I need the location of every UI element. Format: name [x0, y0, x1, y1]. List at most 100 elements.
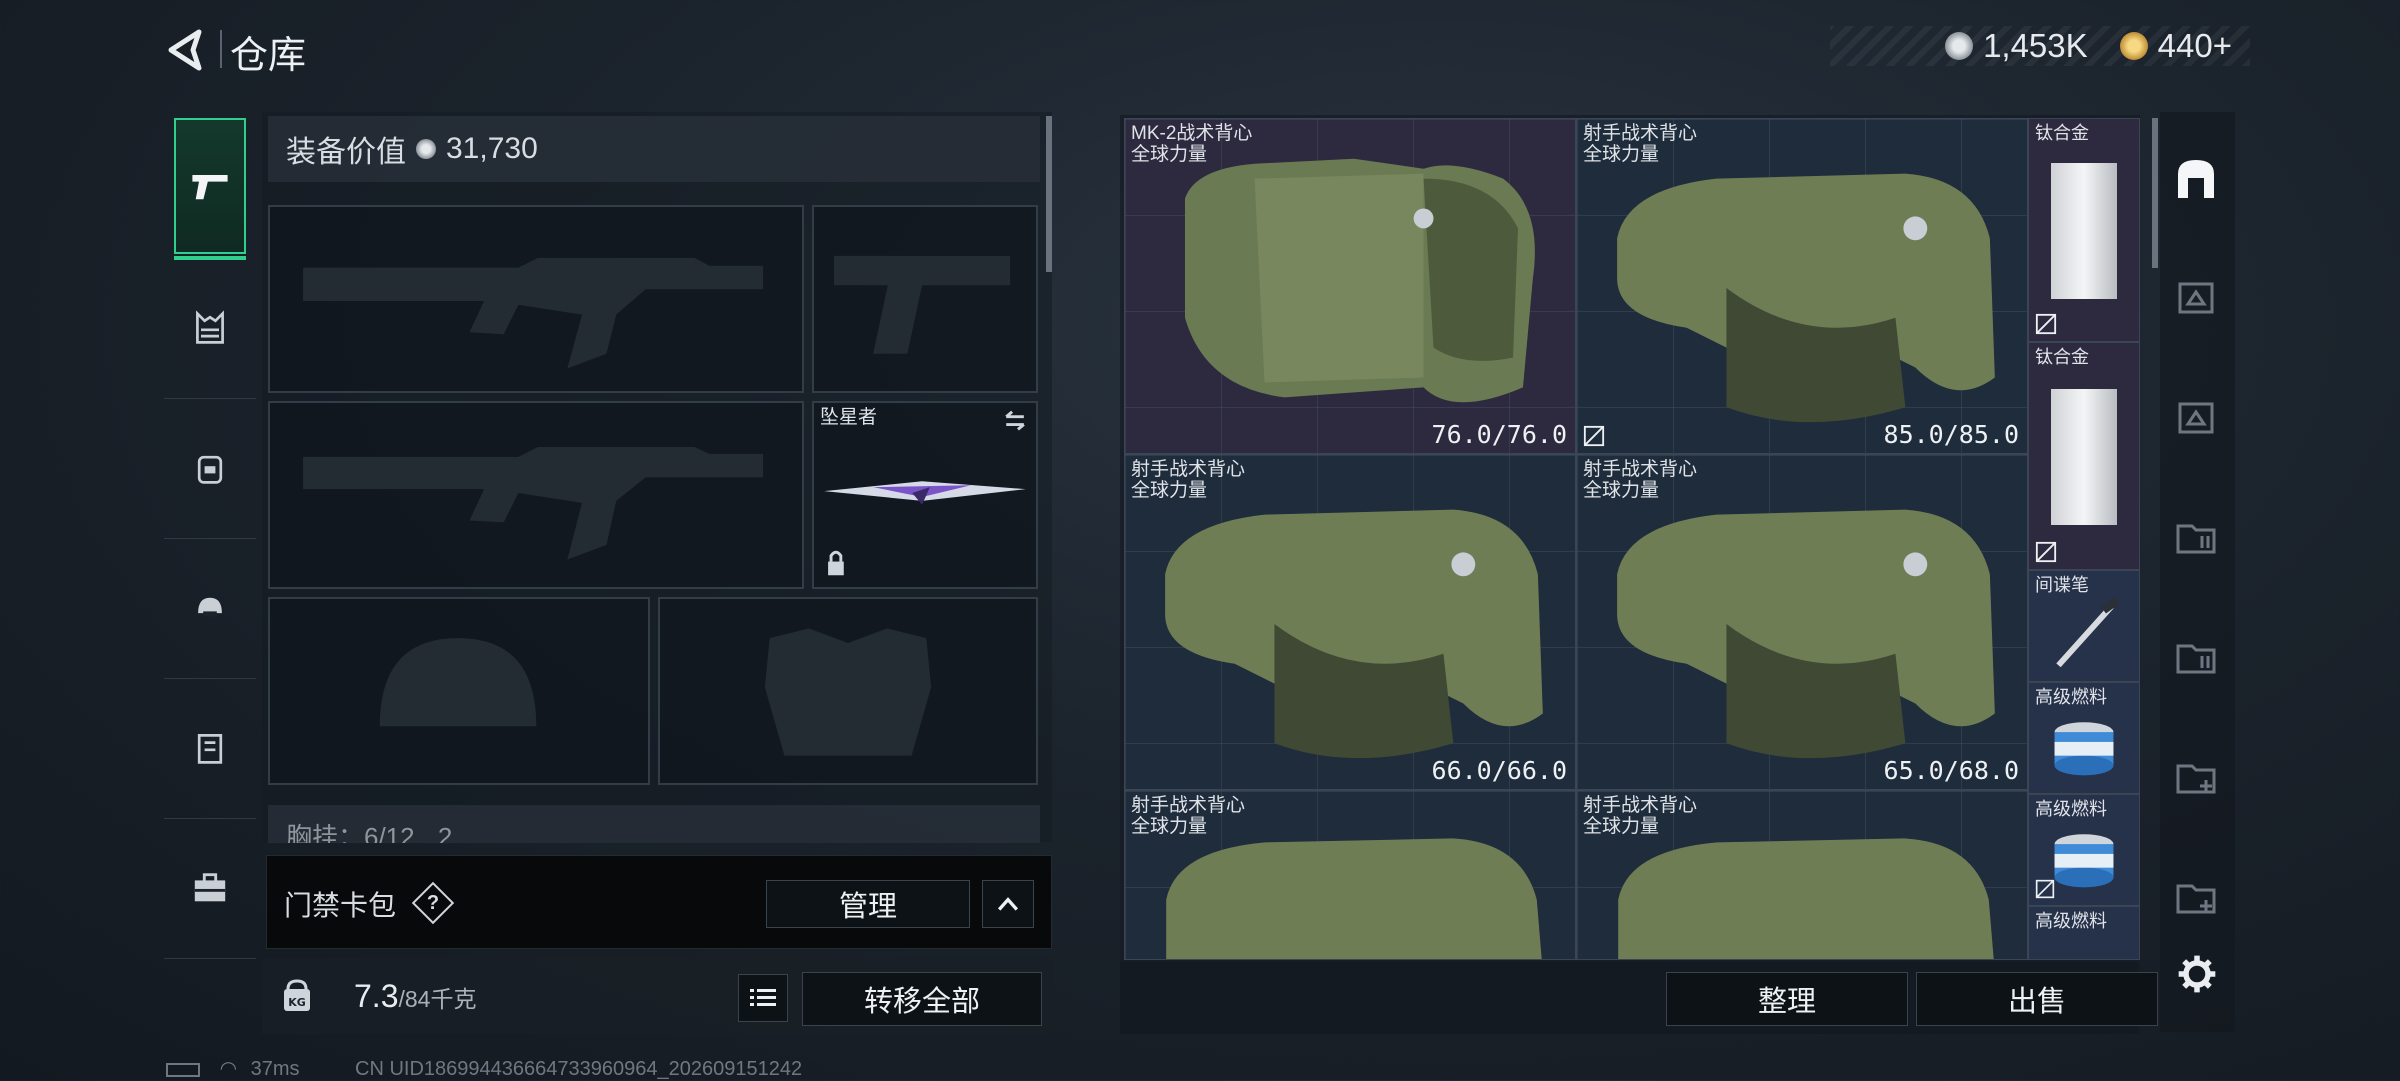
grid-item-0[interactable]: MK-2战术背心 全球力量 76.0/76.0 [1124, 118, 1576, 454]
tactical-vest-icon [1184, 158, 1535, 403]
secondary-weapon-slot[interactable] [268, 401, 804, 589]
status-line: ◠ 37ms CN UID1869944366647339609​64_2026… [166, 1056, 802, 1081]
weight-icon: KG [276, 975, 318, 1017]
item-durability: 66.0/66.0 [1431, 756, 1567, 785]
tab-backpacks[interactable] [164, 398, 256, 539]
filter-level-h2-icon[interactable] [2172, 392, 2220, 440]
side-item-4[interactable]: 高级燃料 [2028, 794, 2140, 906]
sell-button[interactable]: 出售 [1916, 972, 2158, 1026]
svg-text:KG: KG [288, 996, 306, 1009]
side-item-3[interactable]: 高级燃料 [2028, 682, 2140, 794]
currency-gold[interactable]: 440+ [2158, 27, 2232, 65]
titanium-plate-icon [2051, 389, 2117, 525]
silver-coin-icon [416, 139, 436, 159]
tab-weapons[interactable] [174, 118, 246, 260]
category-tabs [164, 108, 256, 1008]
equipment-value-header: 装备价值 31,730 [268, 116, 1040, 182]
pistol-slot[interactable] [812, 205, 1038, 393]
backpack-icon [197, 455, 223, 484]
lock-icon [828, 561, 844, 576]
grid-item-2[interactable]: 射手战术背心 全球力量 66.0/66.0 [1124, 454, 1576, 790]
primary-weapon-slot[interactable] [268, 205, 804, 393]
tab-armor[interactable] [164, 678, 256, 819]
list-icon [750, 989, 776, 1006]
collapse-button[interactable] [982, 880, 1034, 928]
filter-add-iv2-icon[interactable] [2172, 872, 2220, 920]
stash-home-icon[interactable] [2172, 154, 2220, 202]
transfer-all-button[interactable]: 转移全部 [802, 972, 1042, 1026]
chest-rig-capacity: 胸挂：6/12 [286, 822, 415, 843]
uid-text: CN UID1869944366647339609​64_20260915124… [355, 1058, 803, 1080]
storage-scrollbar[interactable] [2152, 118, 2158, 268]
sort-button[interactable]: 整理 [1666, 972, 1908, 1026]
side-item-5[interactable]: 高级燃料 [2028, 906, 2140, 960]
grid-item-3[interactable]: 射手战术背心 全球力量 65.0/68.0 [1576, 454, 2028, 790]
tab-supplies[interactable] [164, 818, 256, 959]
item-durability: 76.0/76.0 [1431, 420, 1567, 449]
back-arrow-icon [168, 29, 202, 71]
swap-icon [1005, 410, 1025, 431]
gear-icon[interactable] [2175, 952, 2219, 996]
chevron-up-icon [997, 897, 1019, 911]
armor-slot[interactable] [658, 597, 1038, 785]
list-view-button[interactable] [738, 974, 788, 1022]
melee-slot[interactable]: 坠星者 [812, 401, 1038, 589]
tactical-vest-icon [1617, 509, 1995, 759]
currency-silver: 1,453K [1983, 27, 2088, 64]
rifle-silhouette-icon [303, 257, 764, 369]
filter-folder-iv2-icon[interactable] [2172, 632, 2220, 680]
silver-coin-icon [1945, 32, 1974, 60]
grid-item-1[interactable]: 射手战术背心 全球力量 85.0/85.0 [1576, 118, 2028, 454]
weight-current: 7.3 [354, 978, 399, 1014]
armor-silhouette-icon [764, 628, 932, 756]
filter-level-h-icon[interactable] [2172, 272, 2220, 320]
weight-max: /84千克 [398, 986, 477, 1012]
no-insure-icon [2035, 313, 2057, 335]
wifi-icon: ◠ [219, 1058, 238, 1080]
tab-vests[interactable] [164, 258, 256, 399]
grid-item-4[interactable]: 射手战术背心 全球力量 [1124, 790, 1576, 960]
pistol-icon [192, 175, 228, 200]
filter-add-iv-icon[interactable] [2172, 752, 2220, 800]
gold-coin-icon [2119, 32, 2148, 60]
equipment-scrollbar[interactable] [1046, 116, 1052, 272]
item-name: 射手战术背心 全球力量 [1583, 123, 1698, 165]
weight-readout: 7.3/84千克 [354, 978, 476, 1015]
currency-bar: 1,453K 440+ [1830, 26, 2250, 66]
tactical-vest-icon [1165, 509, 1543, 759]
chest-rig-icon [196, 310, 224, 344]
filter-folder-iv-icon[interactable] [2172, 512, 2220, 560]
battery-icon [166, 1062, 200, 1077]
toolbox-icon [194, 873, 226, 902]
no-insure-icon [2035, 541, 2057, 563]
back-button[interactable] [165, 28, 205, 72]
side-item-2[interactable]: 间谍笔 [2028, 570, 2140, 682]
no-insure-icon [1583, 425, 1605, 447]
side-item-1[interactable]: 钛合金 [2028, 342, 2140, 570]
helmet-silhouette-icon [379, 638, 537, 727]
item-durability: 85.0/85.0 [1883, 420, 2019, 449]
grid-item-5[interactable]: 射手战术背心 全球力量 [1576, 790, 2028, 960]
item-name: 钛合金 [2035, 347, 2089, 367]
item-name: 高级燃料 [2035, 911, 2107, 931]
side-item-0[interactable]: 钛合金 [2028, 118, 2140, 342]
equipment-value: 31,730 [446, 132, 538, 165]
spy-pen-icon [2056, 597, 2120, 668]
chest-rig-row[interactable]: 胸挂：6/12 2 [268, 805, 1040, 843]
equipment-value-label: 装备价值 [286, 136, 406, 169]
rifle-silhouette-icon [303, 447, 764, 560]
manage-button[interactable]: 管理 [766, 880, 970, 928]
item-name: 钛合金 [2035, 123, 2089, 143]
titanium-plate-icon [2051, 163, 2117, 299]
pistol-silhouette-icon [833, 255, 1011, 354]
item-name: 射手战术背心 全球力量 [1583, 795, 1698, 837]
armor-icon [197, 734, 223, 764]
helmet-slot[interactable] [268, 597, 650, 785]
no-insure-icon [2035, 879, 2055, 899]
item-name: 射手战术背心 全球力量 [1583, 459, 1698, 501]
item-name: 射手战术背心 全球力量 [1131, 795, 1246, 837]
tab-helmets[interactable] [164, 538, 256, 679]
throwing-blade-icon [824, 410, 1026, 576]
fuel-can-icon [2054, 722, 2114, 776]
keycard-pack-label: 门禁卡包 [284, 890, 397, 921]
